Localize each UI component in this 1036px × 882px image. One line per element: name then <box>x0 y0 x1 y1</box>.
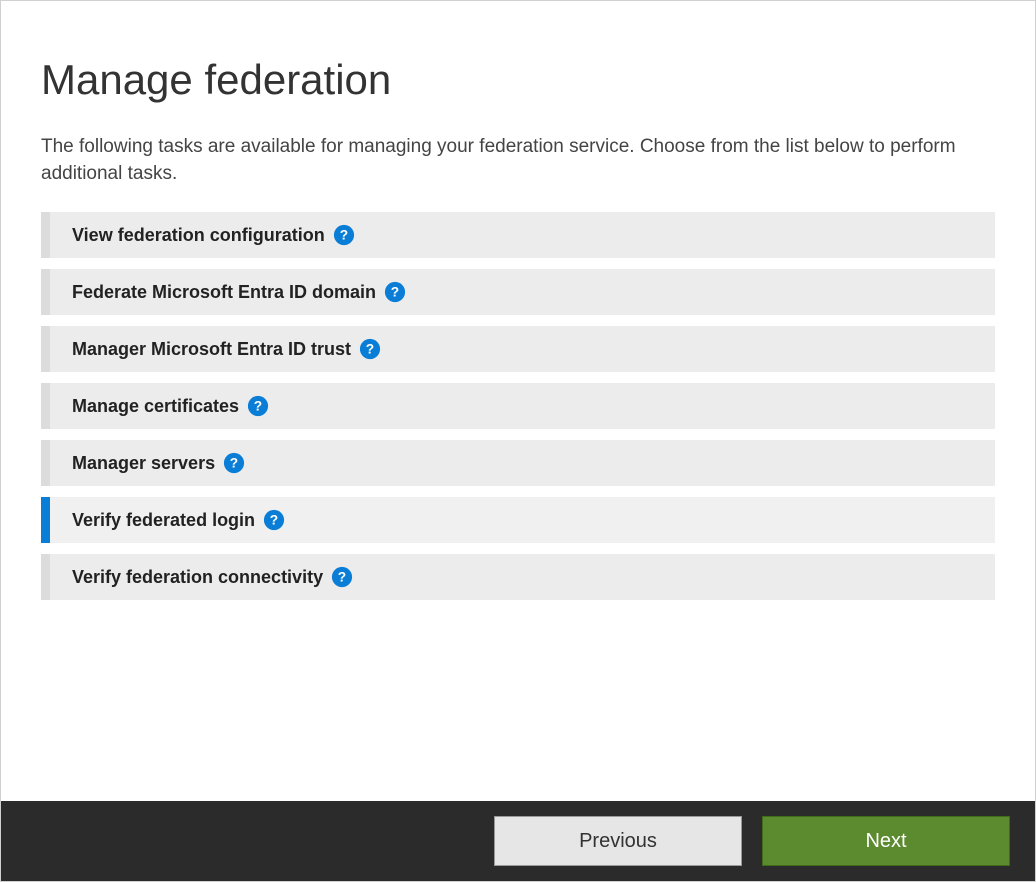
task-item[interactable]: Verify federation connectivity ? <box>41 554 995 600</box>
svg-text:?: ? <box>230 456 238 471</box>
task-label: Manager servers <box>72 453 215 474</box>
task-item[interactable]: View federation configuration ? <box>41 212 995 258</box>
wizard-footer: Previous Next <box>1 801 1035 881</box>
svg-text:?: ? <box>340 228 348 243</box>
task-label: View federation configuration <box>72 225 325 246</box>
task-accent-bar <box>41 554 50 600</box>
help-icon[interactable]: ? <box>223 452 245 474</box>
page-description: The following tasks are available for ma… <box>41 134 995 187</box>
task-label: Federate Microsoft Entra ID domain <box>72 282 376 303</box>
task-label: Manager Microsoft Entra ID trust <box>72 339 351 360</box>
task-item[interactable]: Manager Microsoft Entra ID trust ? <box>41 326 995 372</box>
task-item[interactable]: Federate Microsoft Entra ID domain ? <box>41 269 995 315</box>
task-accent-bar <box>41 383 50 429</box>
task-accent-bar <box>41 269 50 315</box>
task-label: Manage certificates <box>72 396 239 417</box>
svg-text:?: ? <box>270 513 278 528</box>
svg-text:?: ? <box>338 570 346 585</box>
help-icon[interactable]: ? <box>384 281 406 303</box>
svg-text:?: ? <box>254 399 262 414</box>
task-item[interactable]: Verify federated login ? <box>41 497 995 543</box>
task-accent-bar <box>41 497 50 543</box>
help-icon[interactable]: ? <box>263 509 285 531</box>
content-area: Manage federation The following tasks ar… <box>1 1 1035 600</box>
task-item[interactable]: Manager servers ? <box>41 440 995 486</box>
help-icon[interactable]: ? <box>359 338 381 360</box>
task-accent-bar <box>41 440 50 486</box>
svg-text:?: ? <box>391 285 399 300</box>
task-label: Verify federation connectivity <box>72 567 323 588</box>
help-icon[interactable]: ? <box>247 395 269 417</box>
wizard-window: Manage federation The following tasks ar… <box>0 0 1036 882</box>
previous-button[interactable]: Previous <box>494 816 742 866</box>
task-list: View federation configuration ? Federate… <box>41 212 995 600</box>
task-accent-bar <box>41 326 50 372</box>
page-title: Manage federation <box>41 56 995 104</box>
help-icon[interactable]: ? <box>333 224 355 246</box>
help-icon[interactable]: ? <box>331 566 353 588</box>
next-button[interactable]: Next <box>762 816 1010 866</box>
svg-text:?: ? <box>366 342 374 357</box>
task-accent-bar <box>41 212 50 258</box>
task-item[interactable]: Manage certificates ? <box>41 383 995 429</box>
task-label: Verify federated login <box>72 510 255 531</box>
